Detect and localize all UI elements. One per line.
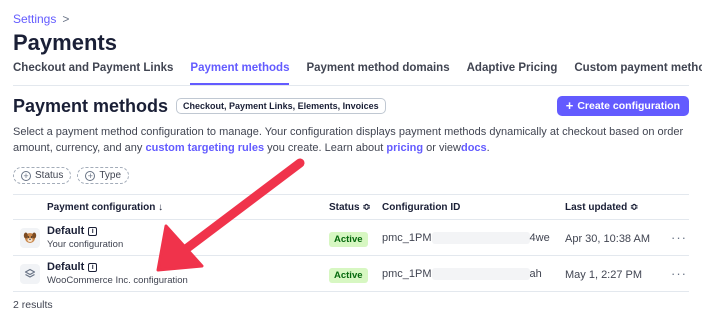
- last-updated-date: Apr 30, 10:38 AM: [565, 232, 650, 245]
- configuration-name[interactable]: Default: [47, 225, 84, 237]
- description-text: or view: [426, 142, 461, 154]
- description: Select a payment method configuration to…: [13, 124, 689, 156]
- create-configuration-button[interactable]: + Create configuration: [556, 96, 689, 116]
- configurations-table: Payment configuration ↓ Status ≎ Configu…: [13, 194, 689, 292]
- configuration-id-suffix: 4we: [529, 231, 550, 244]
- section-header: Payment methods Checkout, Payment Links,…: [13, 95, 689, 117]
- breadcrumb: Settings >: [13, 12, 69, 26]
- configuration-subtitle: WooCommerce Inc. configuration: [47, 275, 188, 286]
- status-badge: Active: [329, 267, 368, 283]
- docs-link[interactable]: docs: [461, 142, 487, 154]
- layers-icon: [20, 263, 40, 284]
- tab-adaptive-pricing[interactable]: Adaptive Pricing: [467, 62, 558, 85]
- table-row[interactable]: Default i WooCommerce Inc. configuration…: [13, 256, 689, 292]
- configuration-id-suffix: ah: [529, 267, 542, 280]
- redacted-region: [431, 231, 530, 244]
- pricing-link[interactable]: pricing: [386, 142, 423, 154]
- column-header-last-updated[interactable]: Last updated ≎: [565, 202, 669, 213]
- tab-payment-methods[interactable]: Payment methods: [190, 62, 290, 85]
- plus-circle-icon: +: [21, 170, 31, 181]
- status-badge: Active: [329, 231, 368, 247]
- description-text: you create. Learn about: [267, 142, 384, 154]
- configuration-id-prefix: pmc_1PM: [382, 231, 432, 244]
- filter-bar: + Status + Type: [13, 167, 130, 184]
- dog-avatar-icon: [20, 227, 40, 248]
- configuration-id: pmc_1PM 4we: [382, 231, 565, 244]
- chevron-right-icon: >: [62, 12, 70, 26]
- status-filter-label: Status: [35, 170, 64, 181]
- description-text: .: [486, 142, 490, 154]
- type-filter[interactable]: + Type: [77, 167, 130, 184]
- results-count: 2 results: [13, 299, 53, 311]
- page-title: Payments: [13, 30, 117, 55]
- section-title: Payment methods: [13, 95, 169, 116]
- column-header-configuration-id: Configuration ID: [382, 201, 461, 213]
- column-header-status[interactable]: Status ≎: [329, 202, 382, 213]
- plus-circle-icon: +: [85, 170, 96, 181]
- surfaces-badge: Checkout, Payment Links, Elements, Invoi…: [176, 98, 386, 114]
- type-filter-label: Type: [99, 170, 122, 181]
- more-actions-icon[interactable]: ···: [669, 230, 689, 245]
- plus-icon: +: [565, 98, 574, 113]
- create-configuration-label: Create configuration: [577, 100, 680, 112]
- tab-payment-method-domains[interactable]: Payment method domains: [306, 62, 449, 85]
- info-icon[interactable]: i: [88, 262, 98, 272]
- redacted-region: [431, 267, 530, 280]
- configuration-subtitle: Your configuration: [47, 239, 124, 250]
- configuration-id-prefix: pmc_1PM: [382, 267, 432, 280]
- table-header: Payment configuration ↓ Status ≎ Configu…: [13, 195, 689, 220]
- custom-targeting-rules-link[interactable]: custom targeting rules: [145, 142, 264, 154]
- table-row[interactable]: Default i Your configuration Active pmc_…: [13, 220, 689, 256]
- more-actions-icon[interactable]: ···: [669, 266, 689, 281]
- tab-bar: Checkout and Payment Links Payment metho…: [13, 62, 702, 86]
- breadcrumb-settings-link[interactable]: Settings: [13, 12, 56, 26]
- info-icon[interactable]: i: [88, 226, 98, 236]
- tab-custom-payment-methods[interactable]: Custom payment methods: [574, 62, 702, 85]
- status-filter[interactable]: + Status: [13, 167, 72, 184]
- last-updated-date: May 1, 2:27 PM: [565, 268, 643, 281]
- column-header-configuration[interactable]: Payment configuration ↓: [47, 202, 329, 213]
- configuration-name[interactable]: Default: [47, 261, 84, 273]
- configuration-id: pmc_1PM ah: [382, 267, 565, 280]
- tab-checkout-and-payment-links[interactable]: Checkout and Payment Links: [13, 62, 173, 85]
